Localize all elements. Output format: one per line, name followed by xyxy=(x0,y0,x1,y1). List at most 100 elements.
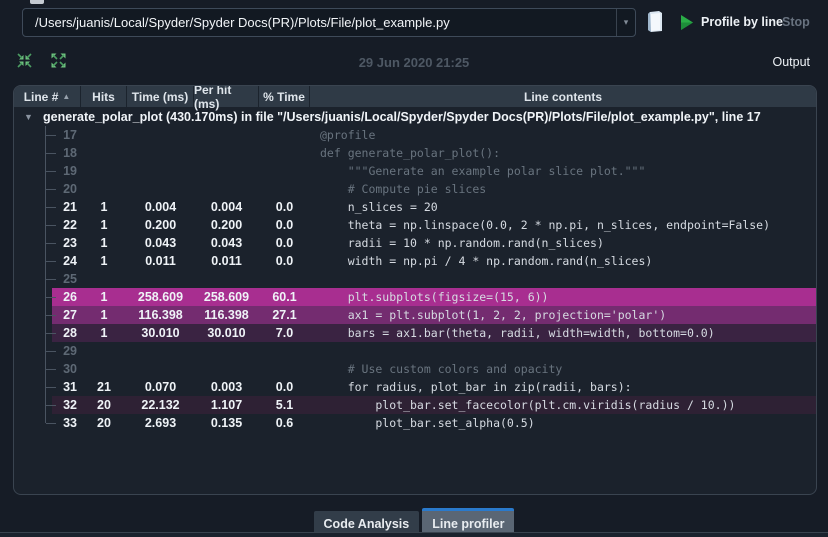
profile-row-body[interactable]: 28 1 30.010 30.010 7.0 bars = ax1.bar(theta,… xyxy=(52,324,816,342)
profile-row-body[interactable]: 18 def generate_polar_plot(): xyxy=(52,144,816,162)
per-hit-ms-cell: 0.200 xyxy=(210,218,243,232)
per-hit-ms-cell: 0.004 xyxy=(210,200,243,214)
time-ms-cell: 0.070 xyxy=(144,380,177,394)
line-number-cell: 18 xyxy=(63,146,77,160)
line-number-cell: 29 xyxy=(63,344,77,358)
profile-row-body[interactable]: 31 21 0.070 0.003 0.0 for radius, plot_bar i… xyxy=(52,378,816,396)
file-path-value[interactable]: /Users/juanis/Local/Spyder/Spyder Docs(P… xyxy=(23,9,616,36)
document-icon[interactable] xyxy=(647,11,664,32)
combobox-dropdown-button[interactable]: ▾ xyxy=(616,9,635,36)
time-ms-cell: 0.011 xyxy=(145,254,176,268)
tree-branch xyxy=(14,198,56,216)
profile-row: 20 # Compute pie slices xyxy=(14,180,816,198)
column-header-hits[interactable]: Hits xyxy=(81,86,127,107)
line-contents-cell: theta = np.linspace(0.0, 2 * np.pi, n_sl… xyxy=(320,218,771,232)
per-hit-ms-cell: 0.043 xyxy=(210,236,243,250)
profile-by-line-label: Profile by line xyxy=(701,15,783,29)
profile-row: 29 xyxy=(14,342,816,360)
profile-row-body[interactable]: 17 @profile xyxy=(52,126,816,144)
profile-row: 21 1 0.004 0.004 0.0 n_slices = 20 xyxy=(14,198,816,216)
line-contents-cell: width = np.pi / 4 * np.random.rand(n_sli… xyxy=(320,254,653,268)
profile-row-body[interactable]: 29 xyxy=(52,342,816,360)
column-header-label: Per hit (ms) xyxy=(194,85,232,111)
profile-row: 33 20 2.693 0.135 0.6 plot_bar.set_alpha(0.5… xyxy=(14,414,816,432)
tree-branch xyxy=(14,216,56,234)
pct-time-cell: 5.1 xyxy=(275,398,294,412)
profile-by-line-button[interactable]: Profile by line xyxy=(681,11,783,33)
line-contents-cell: plt.subplots(figsize=(15, 6)) xyxy=(320,290,549,304)
per-hit-ms-cell: 0.003 xyxy=(210,380,243,394)
profile-row: 25 xyxy=(14,270,816,288)
collapse-row-icon[interactable]: ▼ xyxy=(14,112,43,122)
tab-line-profiler[interactable]: Line profiler xyxy=(422,508,515,533)
profile-row: 27 1 116.398 116.398 27.1 ax1 = plt.subplot(… xyxy=(14,306,816,324)
hits-cell: 21 xyxy=(97,380,111,394)
time-ms-cell: 30.010 xyxy=(141,326,180,340)
line-number-cell: 23 xyxy=(63,236,77,250)
profile-row-body[interactable]: 33 20 2.693 0.135 0.6 plot_bar.set_alpha(0.5… xyxy=(52,414,816,432)
line-contents-cell: bars = ax1.bar(theta, radii, width=width… xyxy=(320,326,715,340)
line-contents-cell: # Compute pie slices xyxy=(320,182,487,196)
profile-row: 18 def generate_polar_plot(): xyxy=(14,144,816,162)
profile-row-body[interactable]: 27 1 116.398 116.398 27.1 ax1 = plt.subplot(… xyxy=(52,306,816,324)
tree-branch xyxy=(14,234,56,252)
table-rows: 17 @profile 18 def generate_polar_plot(): 19… xyxy=(14,126,816,432)
table-header-row: Line # ▲ Hits Time (ms) Per hit (ms) % Time Li… xyxy=(14,86,816,111)
profile-row: 24 1 0.011 0.011 0.0 width = np.pi / 4 * np.… xyxy=(14,252,816,270)
line-contents-cell: ax1 = plt.subplot(1, 2, 2, projection='p… xyxy=(320,308,667,322)
per-hit-ms-cell: 116.398 xyxy=(204,308,249,322)
profile-row-body[interactable]: 25 xyxy=(52,270,816,288)
line-contents-cell: def generate_polar_plot(): xyxy=(320,146,501,160)
line-number-cell: 27 xyxy=(63,308,77,322)
pct-time-cell: 0.0 xyxy=(275,380,294,394)
time-ms-cell: 116.398 xyxy=(138,308,183,322)
profile-row-body[interactable]: 22 1 0.200 0.200 0.0 theta = np.linspace(0.0… xyxy=(52,216,816,234)
file-path-combobox[interactable]: /Users/juanis/Local/Spyder/Spyder Docs(P… xyxy=(22,8,636,37)
column-header-line-contents[interactable]: Line contents xyxy=(310,86,816,107)
profile-row-body[interactable]: 21 1 0.004 0.004 0.0 n_slices = 20 xyxy=(52,198,816,216)
line-contents-cell: plot_bar.set_alpha(0.5) xyxy=(320,416,535,430)
line-contents-cell: @profile xyxy=(320,128,376,142)
profile-row-body[interactable]: 24 1 0.011 0.011 0.0 width = np.pi / 4 * np.… xyxy=(52,252,816,270)
profile-timestamp: 29 Jun 2020 21:25 xyxy=(358,55,470,70)
pct-time-cell: 27.1 xyxy=(272,308,297,322)
profile-row-body[interactable]: 26 1 258.609 258.609 60.1 plt.subplots(figsi… xyxy=(52,288,816,306)
line-number-cell: 33 xyxy=(63,416,77,430)
tree-branch xyxy=(14,414,56,432)
tree-branch xyxy=(14,396,56,414)
tree-branch xyxy=(14,378,56,396)
profile-row-body[interactable]: 32 20 22.132 1.107 5.1 plot_bar.set_facecolo… xyxy=(52,396,816,414)
tree-branch xyxy=(14,360,56,378)
time-ms-cell: 0.200 xyxy=(144,218,177,232)
line-number-cell: 22 xyxy=(63,218,77,232)
tree-branch xyxy=(14,342,56,360)
hits-cell: 1 xyxy=(100,326,108,340)
profiler-results-table: Line # ▲ Hits Time (ms) Per hit (ms) % Time Li… xyxy=(13,85,817,495)
sort-ascending-icon: ▲ xyxy=(62,92,71,101)
column-header-per-hit-ms[interactable]: Per hit (ms) xyxy=(194,86,259,111)
profile-row-body[interactable]: 23 1 0.043 0.043 0.0 radii = 10 * np.random.… xyxy=(52,234,816,252)
line-number-cell: 26 xyxy=(63,290,77,304)
column-header-time-ms[interactable]: Time (ms) xyxy=(127,86,194,107)
profile-row: 17 @profile xyxy=(14,126,816,144)
column-header-line[interactable]: Line # ▲ xyxy=(14,86,81,107)
column-header-time[interactable]: % Time xyxy=(259,86,310,107)
window-handle xyxy=(30,0,44,4)
profile-row: 30 # Use custom colors and opacity xyxy=(14,360,816,378)
per-hit-ms-cell: 258.609 xyxy=(203,290,250,304)
profile-row-body[interactable]: 30 # Use custom colors and opacity xyxy=(52,360,816,378)
tab-code-analysis[interactable]: Code Analysis xyxy=(313,511,420,533)
column-header-label: Time (ms) xyxy=(131,89,189,104)
chevron-down-icon: ▾ xyxy=(623,17,629,27)
column-header-label: % Time xyxy=(263,89,305,104)
tree-branch xyxy=(14,324,56,342)
tree-branch xyxy=(14,162,56,180)
profile-row-body[interactable]: 20 # Compute pie slices xyxy=(52,180,816,198)
output-button[interactable]: Output xyxy=(772,55,810,69)
stop-button[interactable]: Stop xyxy=(782,15,810,29)
line-number-cell: 17 xyxy=(63,128,77,142)
function-row[interactable]: ▼ generate_polar_plot (430.170ms) in fil… xyxy=(14,107,816,126)
tree-branch xyxy=(14,144,56,162)
profile-row-body[interactable]: 19 """Generate an example polar slice pl… xyxy=(52,162,816,180)
time-ms-cell: 258.609 xyxy=(137,290,184,304)
